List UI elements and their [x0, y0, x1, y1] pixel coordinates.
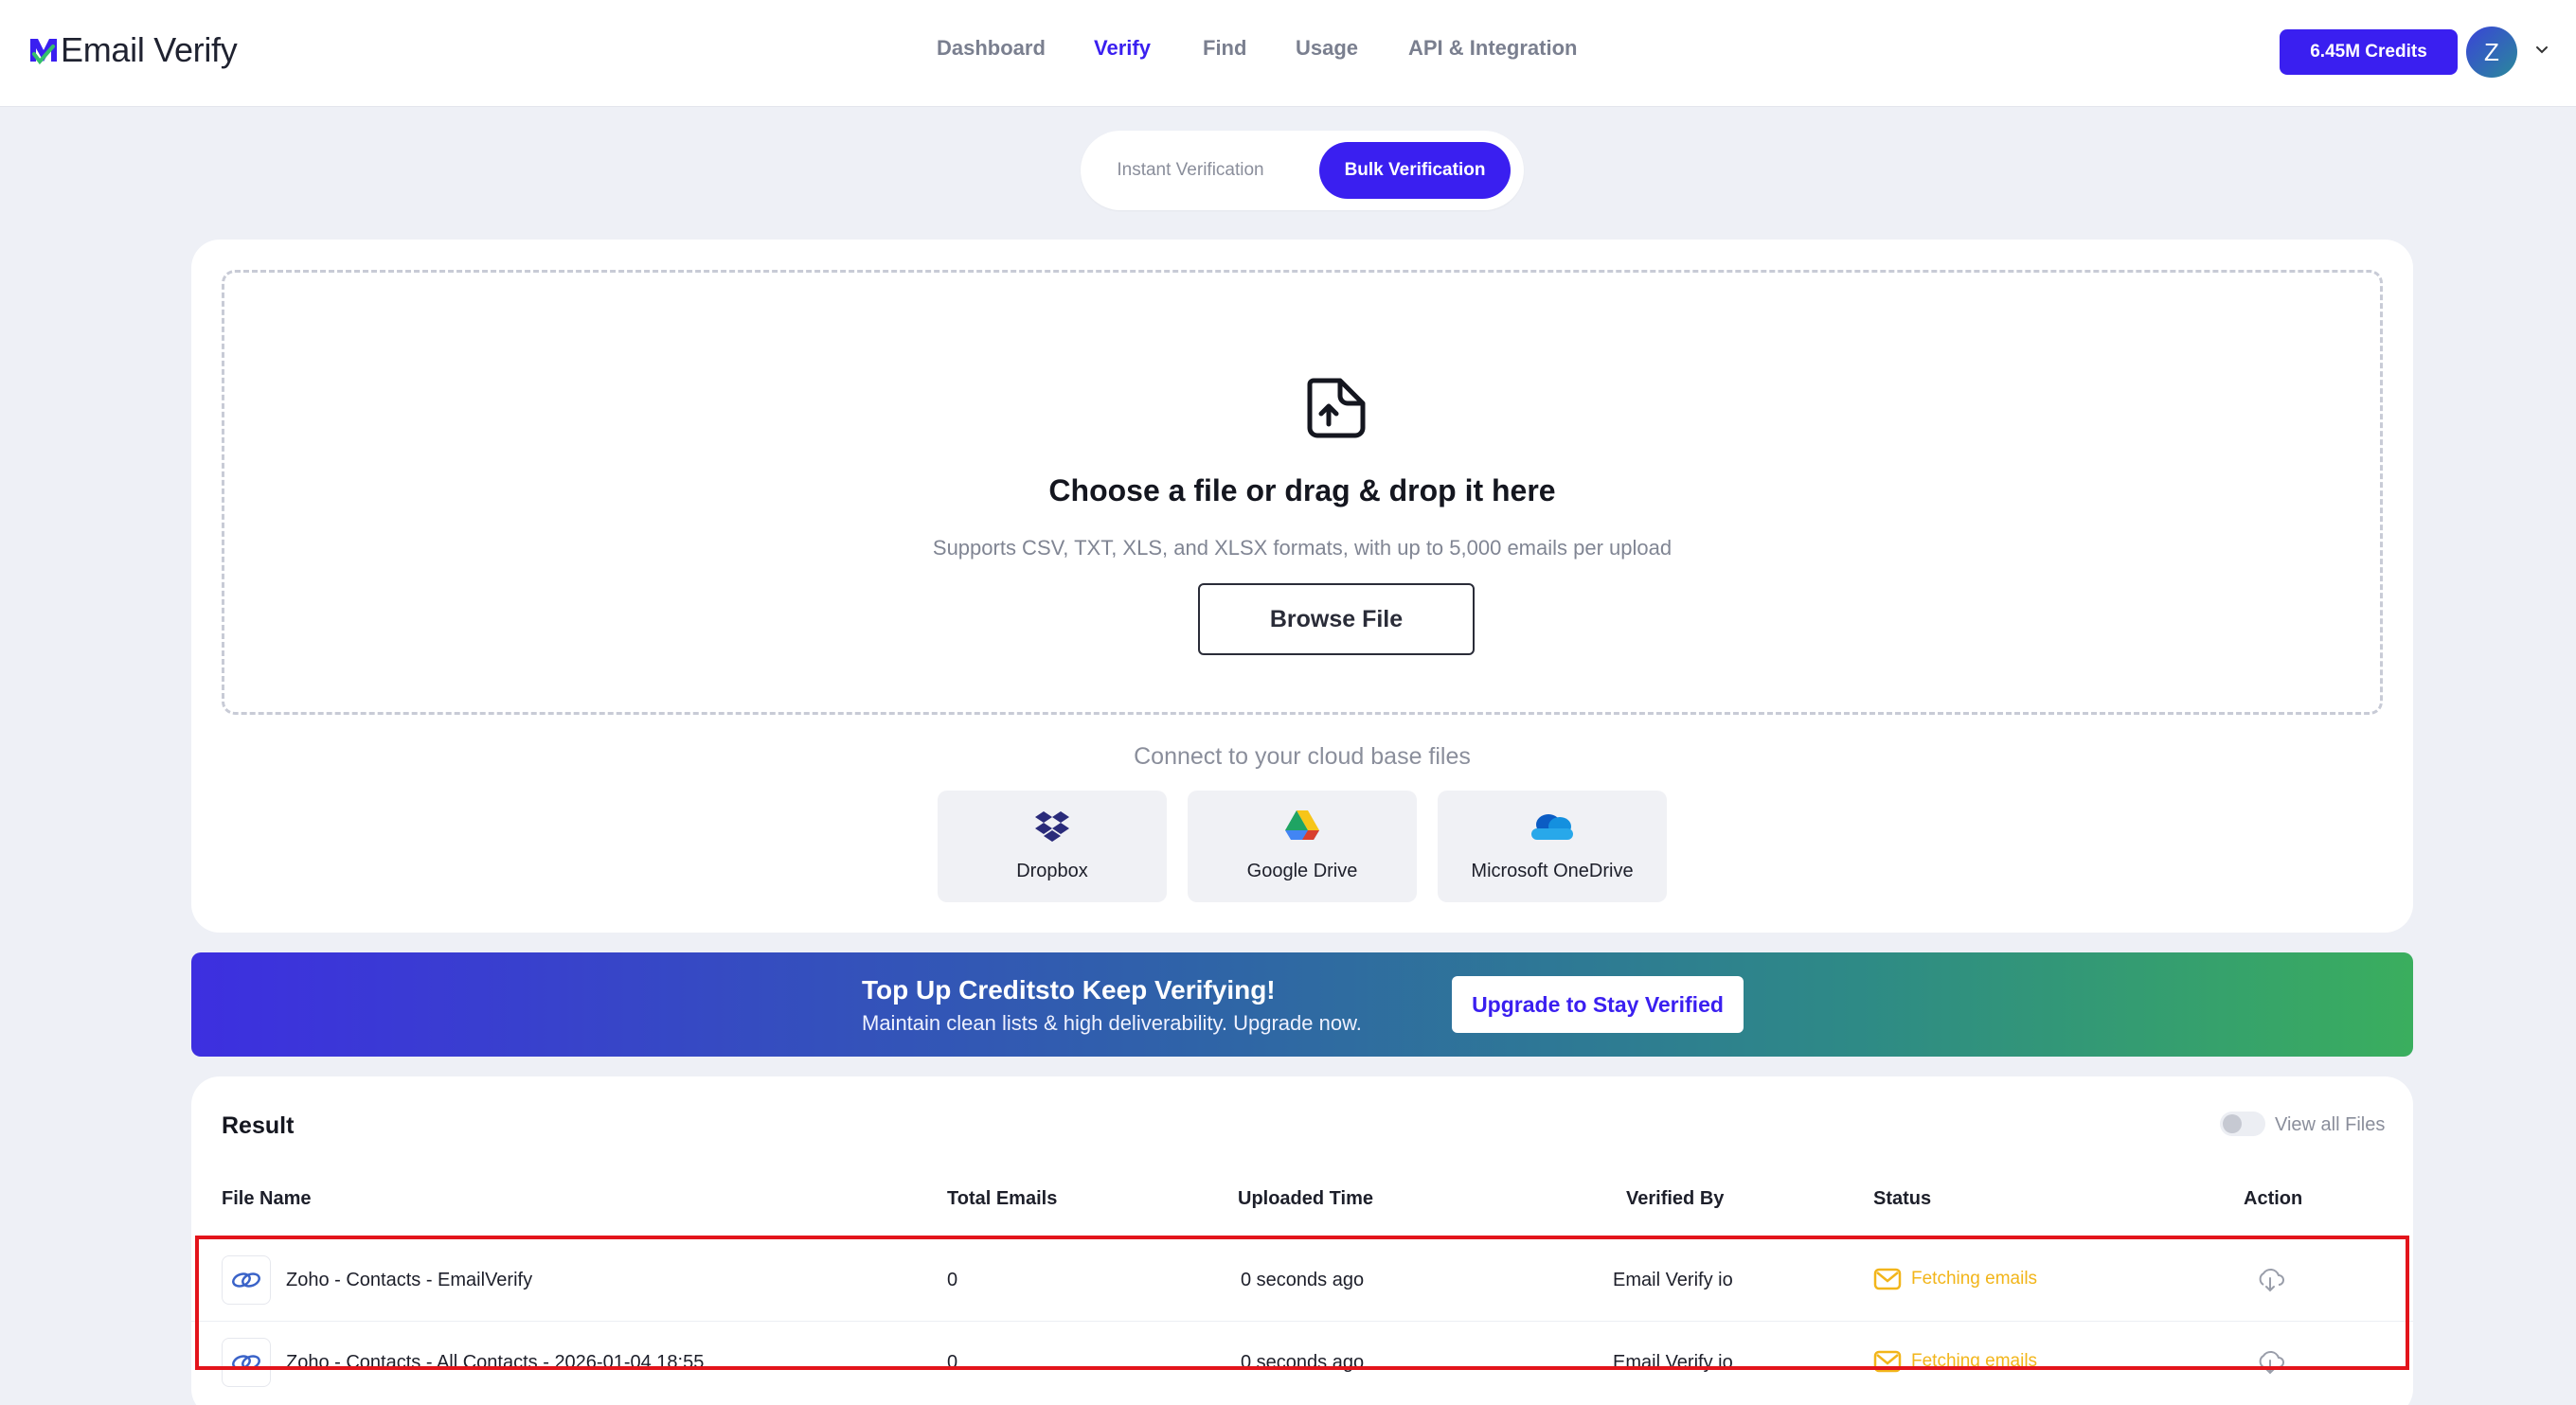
logo[interactable]: Email Verify [28, 30, 238, 70]
mail-pending-icon [1873, 1268, 1902, 1290]
browse-file-button[interactable]: Browse File [1198, 583, 1475, 655]
file-name: Zoho - Contacts - All Contacts - 2026-01… [286, 1352, 705, 1373]
file-dropzone[interactable]: Choose a file or drag & drop it here Sup… [222, 270, 2383, 715]
column-header-verified-by: Verified By [1626, 1188, 1725, 1209]
nav-verify[interactable]: Verify [1094, 36, 1151, 61]
table-row[interactable]: Zoho - Contacts - All Contacts - 2026-01… [191, 1321, 2413, 1402]
dropzone-subtitle: Supports CSV, TXT, XLS, and XLSX formats… [932, 536, 1673, 560]
column-header-action: Action [2244, 1188, 2303, 1209]
column-header-uploaded-time: Uploaded Time [1238, 1188, 1373, 1209]
banner-title: Top Up Creditsto Keep Verifying! [862, 975, 1276, 1005]
column-header-file-name: File Name [222, 1188, 312, 1209]
onedrive-icon [1531, 814, 1573, 840]
nav-usage[interactable]: Usage [1296, 36, 1358, 61]
uploaded-time: 0 seconds ago [1241, 1352, 1365, 1373]
cloud-heading: Connect to your cloud base files [1134, 743, 1471, 770]
tab-bulk-verification[interactable]: Bulk Verification [1319, 142, 1511, 199]
download-icon[interactable] [2256, 1266, 2284, 1294]
nav-find[interactable]: Find [1203, 36, 1246, 61]
view-all-files-label: View all Files [2275, 1114, 2386, 1135]
top-header: Email Verify Dashboard Verify Find Usage… [0, 0, 2576, 107]
result-card: Result View all Files File Name Total Em… [191, 1076, 2413, 1405]
mail-pending-icon [1873, 1350, 1902, 1373]
file-upload-icon [1307, 378, 1366, 438]
column-header-total-emails: Total Emails [947, 1188, 1058, 1209]
table-row[interactable]: Zoho - Contacts - EmailVerify 0 0 second… [191, 1239, 2413, 1321]
column-header-status: Status [1873, 1188, 1932, 1209]
status-text: Fetching emails [1911, 1269, 2038, 1289]
file-name: Zoho - Contacts - EmailVerify [286, 1270, 533, 1290]
upload-card: Choose a file or drag & drop it here Sup… [191, 240, 2413, 933]
status-badge: Fetching emails [1873, 1266, 2037, 1292]
zoho-link-icon [222, 1338, 271, 1387]
link-icon [232, 1272, 260, 1288]
toggle-knob [2223, 1114, 2242, 1133]
avatar[interactable]: Z [2466, 27, 2517, 78]
upgrade-button[interactable]: Upgrade to Stay Verified [1452, 976, 1744, 1033]
zoho-link-icon [222, 1255, 271, 1305]
verified-by: Email Verify io [1613, 1270, 1733, 1290]
cloud-source-label: Microsoft OneDrive [1471, 861, 1634, 881]
cloud-source-dropbox[interactable]: Dropbox [938, 791, 1167, 902]
cloud-source-onedrive[interactable]: Microsoft OneDrive [1438, 791, 1667, 902]
status-text: Fetching emails [1911, 1351, 2038, 1371]
verification-mode-toggle: Instant Verification Bulk Verification [1081, 131, 1524, 210]
banner-subtitle: Maintain clean lists & high deliverabili… [862, 1011, 1362, 1035]
tab-instant-verification[interactable]: Instant Verification [1098, 142, 1283, 199]
download-icon[interactable] [2256, 1348, 2284, 1377]
total-emails: 0 [947, 1270, 958, 1290]
uploaded-time: 0 seconds ago [1241, 1270, 1365, 1290]
chevron-down-icon[interactable] [2532, 40, 2551, 59]
credits-button[interactable]: 6.45M Credits [2280, 29, 2458, 75]
logo-text: Email Verify [61, 30, 238, 69]
logo-mark-icon [30, 39, 57, 65]
cloud-source-label: Google Drive [1246, 861, 1358, 881]
dropzone-title: Choose a file or drag & drop it here [1048, 473, 1556, 507]
dropbox-icon [1035, 811, 1069, 842]
nav-api-integration[interactable]: API & Integration [1408, 36, 1577, 61]
total-emails: 0 [947, 1352, 958, 1373]
result-title: Result [222, 1112, 295, 1139]
cloud-source-label: Dropbox [1016, 861, 1088, 881]
google-drive-icon [1285, 810, 1319, 840]
link-icon [232, 1355, 260, 1370]
verified-by: Email Verify io [1613, 1352, 1733, 1373]
view-all-files-toggle[interactable] [2220, 1112, 2265, 1136]
status-badge: Fetching emails [1873, 1348, 2037, 1375]
cloud-source-google-drive[interactable]: Google Drive [1188, 791, 1417, 902]
nav-dashboard[interactable]: Dashboard [937, 36, 1046, 61]
upgrade-banner: Top Up Creditsto Keep Verifying! Maintai… [191, 952, 2413, 1057]
